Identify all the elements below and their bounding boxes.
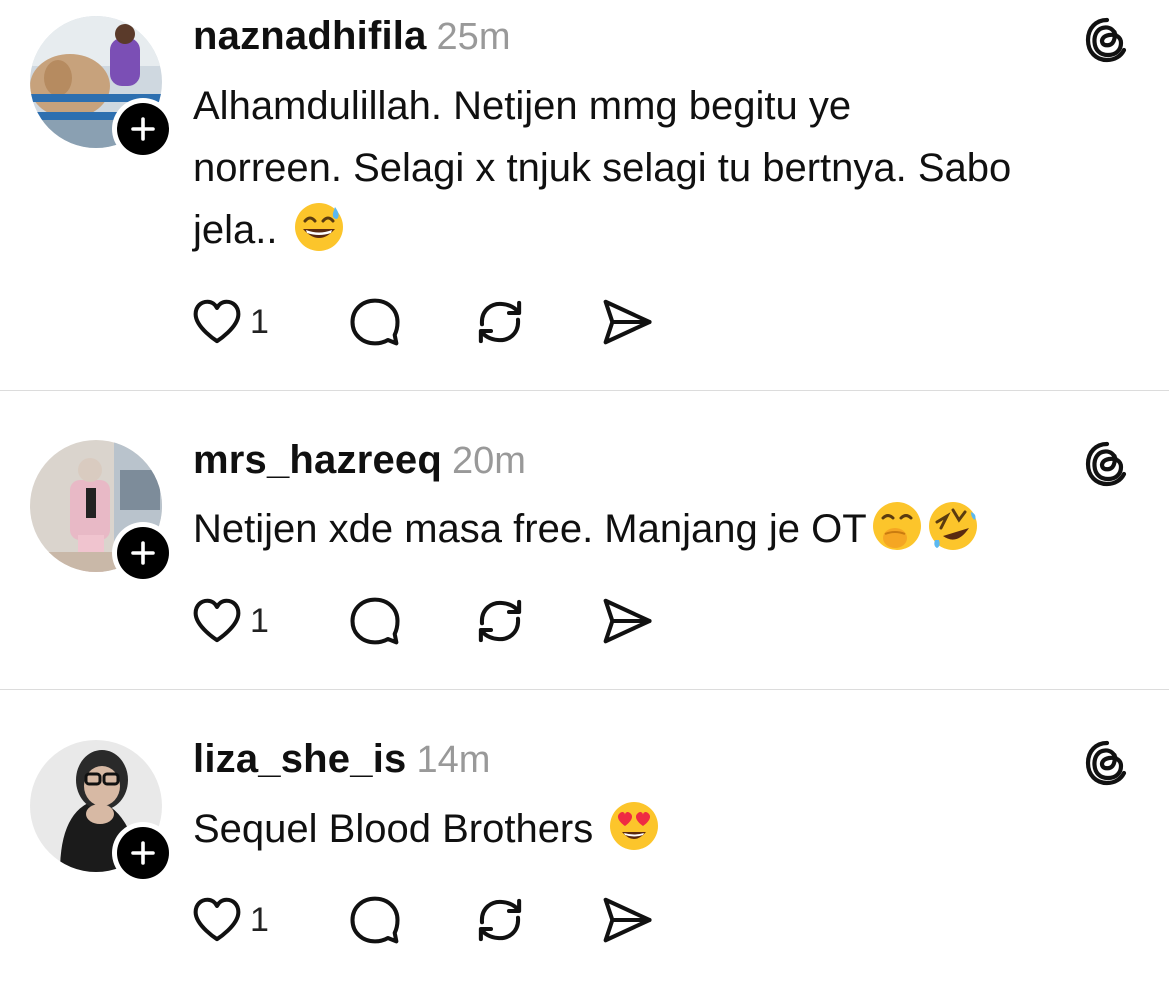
post-text-line-content: jela.. (193, 208, 289, 252)
follow-button[interactable] (112, 822, 174, 884)
like-button[interactable]: 1 (190, 294, 269, 350)
speech-bubble-icon (348, 594, 402, 648)
avatar[interactable] (30, 16, 174, 160)
repost-arrows-icon (473, 295, 527, 349)
thread-reply-3: liza_she_is 14m Sequel Blood Brothers 1 (0, 690, 1169, 981)
timestamp: 20m (452, 440, 526, 482)
timestamp: 14m (416, 739, 491, 781)
plus-icon (131, 117, 155, 141)
like-button[interactable]: 1 (190, 593, 269, 649)
timestamp: 25m (436, 16, 511, 58)
follow-button[interactable] (112, 98, 174, 160)
threads-logo-icon[interactable] (1083, 16, 1131, 64)
threads-logo-icon[interactable] (1083, 440, 1131, 488)
speech-bubble-icon (348, 893, 402, 947)
rolling-laughing-emoji (928, 502, 977, 550)
reply-button[interactable] (348, 593, 402, 649)
post-text-line: jela.. (193, 199, 1153, 261)
send-icon (600, 893, 654, 947)
post-text: Alhamdulillah. Netijen mmg begitu ye nor… (193, 75, 1153, 261)
share-button[interactable] (600, 294, 654, 350)
post-header: liza_she_is 14m (193, 737, 490, 787)
heart-outline-icon (190, 594, 244, 648)
like-button[interactable]: 1 (190, 892, 269, 948)
avatar[interactable] (30, 740, 174, 884)
thread-reply-2: mrs_hazreeq 20m Netijen xde masa free. M… (0, 391, 1169, 689)
like-count: 1 (250, 601, 269, 640)
follow-button[interactable] (112, 522, 174, 584)
post-text-line-content: Netijen xde masa free. Manjang je OT (193, 507, 867, 551)
repost-arrows-icon (473, 893, 527, 947)
post-text: Netijen xde masa free. Manjang je OT (193, 498, 1153, 560)
like-count: 1 (250, 900, 269, 939)
post-text-line-content: Sequel Blood Brothers (193, 807, 605, 851)
repost-arrows-icon (473, 594, 527, 648)
plus-icon (131, 541, 155, 565)
grinning-sweat-emoji (294, 203, 343, 251)
post-text-line: norreen. Selagi x tnjuk selagi tu bertny… (193, 146, 1012, 190)
post-text-line: Netijen xde masa free. Manjang je OT (193, 498, 1153, 560)
repost-button[interactable] (473, 294, 527, 350)
plus-icon (131, 841, 155, 865)
repost-button[interactable] (473, 892, 527, 948)
share-button[interactable] (600, 892, 654, 948)
post-header: naznadhifila 25m (193, 14, 510, 64)
username[interactable]: mrs_hazreeq (193, 438, 442, 483)
post-text-line: Sequel Blood Brothers (193, 798, 1153, 860)
speech-bubble-icon (348, 295, 402, 349)
post-text: Sequel Blood Brothers (193, 798, 1153, 860)
username[interactable]: liza_she_is (193, 737, 406, 782)
heart-outline-icon (190, 295, 244, 349)
post-text-line: Alhamdulillah. Netijen mmg begitu ye (193, 84, 852, 128)
heart-eyes-emoji (610, 802, 659, 850)
like-count: 1 (250, 302, 269, 341)
avatar[interactable] (30, 440, 174, 584)
share-button[interactable] (600, 593, 654, 649)
send-icon (600, 594, 654, 648)
username[interactable]: naznadhifila (193, 14, 427, 59)
heart-outline-icon (190, 893, 244, 947)
reply-button[interactable] (348, 294, 402, 350)
threads-logo-icon[interactable] (1083, 739, 1131, 787)
send-icon (600, 295, 654, 349)
post-header: mrs_hazreeq 20m (193, 438, 526, 488)
thread-reply-1: naznadhifila 25m Alhamdulillah. Netijen … (0, 0, 1169, 390)
reply-button[interactable] (348, 892, 402, 948)
repost-button[interactable] (473, 593, 527, 649)
hand-over-mouth-emoji (872, 502, 921, 550)
